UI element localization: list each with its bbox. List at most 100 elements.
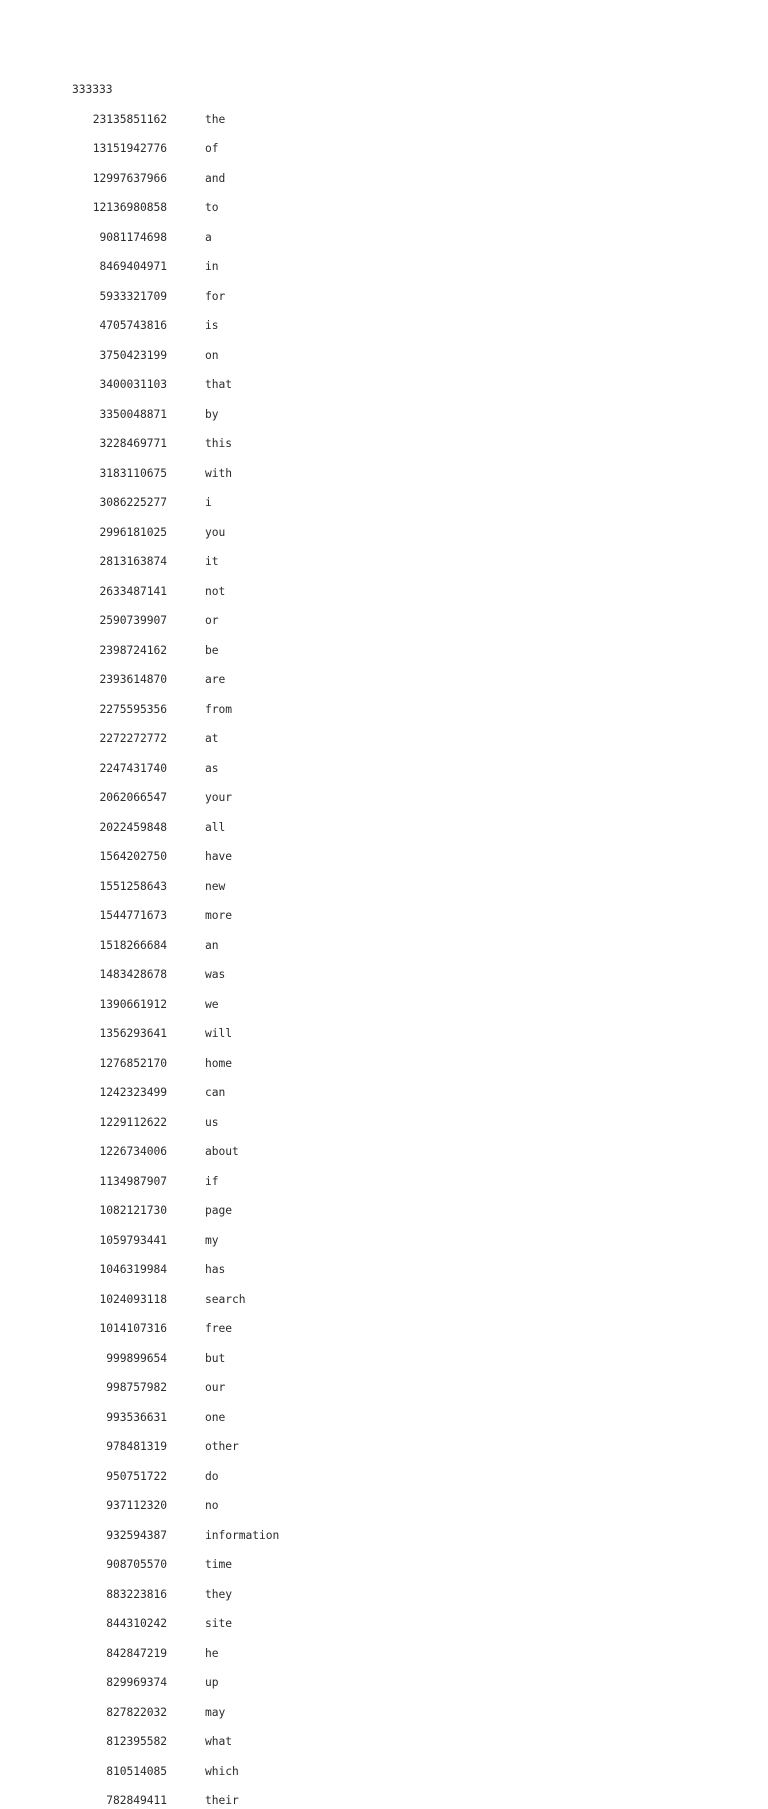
row-word: of <box>205 142 219 156</box>
column-gap <box>167 821 205 836</box>
column-gap <box>167 290 205 305</box>
column-gap <box>167 1647 205 1662</box>
column-gap <box>167 1411 205 1426</box>
row-word: what <box>205 1735 233 1749</box>
listing-row: 1483428678 was <box>72 954 279 984</box>
listing-row: 1356293641 will <box>72 1013 279 1043</box>
row-count: 1082121730 <box>99 1204 167 1218</box>
row-count: 1059793441 <box>99 1233 167 1247</box>
row-word: a <box>205 230 212 244</box>
listing-row: 1242323499 can <box>72 1072 279 1102</box>
column-gap <box>167 1057 205 1072</box>
row-count: 1046319984 <box>99 1263 167 1277</box>
listing-row: 3750423199 on <box>72 334 279 364</box>
listing-row: 2275595356 from <box>72 688 279 718</box>
listing-row: 1059793441 my <box>72 1219 279 1249</box>
row-word: to <box>205 201 219 215</box>
row-count: 999899654 <box>106 1351 167 1365</box>
listing-row: 4705743816 is <box>72 305 279 335</box>
column-gap <box>167 1706 205 1721</box>
row-count: 1226734006 <box>99 1145 167 1159</box>
row-word: he <box>205 1646 219 1660</box>
row-count: 2590739907 <box>99 614 167 628</box>
row-word: but <box>205 1351 226 1365</box>
column-gap <box>167 762 205 777</box>
listing-row: 1229112622 us <box>72 1101 279 1131</box>
row-count: 3350048871 <box>99 407 167 421</box>
column-gap <box>167 496 205 511</box>
listing-row: 932594387 information <box>72 1514 279 1544</box>
listing-row: 2813163874 it <box>72 541 279 571</box>
column-gap <box>167 909 205 924</box>
row-word: can <box>205 1086 226 1100</box>
column-gap <box>167 939 205 954</box>
column-gap <box>167 349 205 364</box>
column-gap <box>167 201 205 216</box>
row-word: that <box>205 378 233 392</box>
listing-row: 2247431740 as <box>72 747 279 777</box>
listing-row: 8469404971 in <box>72 246 279 276</box>
column-gap <box>167 1175 205 1190</box>
row-count: 1390661912 <box>99 997 167 1011</box>
listing-row: 2393614870 are <box>72 659 279 689</box>
column-gap <box>167 231 205 246</box>
column-gap <box>167 644 205 659</box>
column-gap <box>167 113 205 128</box>
row-count: 1544771673 <box>99 909 167 923</box>
listing-row: 978481319 other <box>72 1426 279 1456</box>
row-count: 1014107316 <box>99 1322 167 1336</box>
word-frequency-listing: 333333 23135851162 the 13151942776 of 12… <box>72 83 279 1809</box>
row-count: 2398724162 <box>99 643 167 657</box>
row-word: may <box>205 1705 226 1719</box>
row-count: 12997637966 <box>92 171 167 185</box>
column-gap <box>167 1735 205 1750</box>
listing-row: 844310242 site <box>72 1603 279 1633</box>
row-word: which <box>205 1764 239 1778</box>
column-gap <box>167 1529 205 1544</box>
row-count: 3400031103 <box>99 378 167 392</box>
row-word: up <box>205 1676 219 1690</box>
row-word: from <box>205 702 233 716</box>
row-word: free <box>205 1322 233 1336</box>
column-gap <box>167 850 205 865</box>
row-count: 3183110675 <box>99 466 167 480</box>
row-count: 2275595356 <box>99 702 167 716</box>
row-word: site <box>205 1617 233 1631</box>
row-count: 2996181025 <box>99 525 167 539</box>
column-gap <box>167 142 205 157</box>
row-word: you <box>205 525 226 539</box>
row-count: 782849411 <box>106 1794 167 1808</box>
row-word: it <box>205 555 219 569</box>
listing-row: 1226734006 about <box>72 1131 279 1161</box>
row-count: 1024093118 <box>99 1292 167 1306</box>
listing-row: 1276852170 home <box>72 1042 279 1072</box>
row-count: 1551258643 <box>99 879 167 893</box>
column-gap <box>167 1794 205 1809</box>
column-gap <box>167 703 205 718</box>
column-gap <box>167 614 205 629</box>
row-word: as <box>205 761 219 775</box>
row-word: with <box>205 466 233 480</box>
row-word: for <box>205 289 226 303</box>
column-gap <box>167 1086 205 1101</box>
listing-row: 12136980858 to <box>72 187 279 217</box>
row-word: information <box>205 1528 280 1542</box>
row-word: in <box>205 260 219 274</box>
row-count: 13151942776 <box>92 142 167 156</box>
listing-row: 3086225277 i <box>72 482 279 512</box>
row-word: your <box>205 791 233 805</box>
column-gap <box>167 1027 205 1042</box>
row-word: my <box>205 1233 219 1247</box>
listing-row: 1390661912 we <box>72 983 279 1013</box>
page-canvas: 333333 23135851162 the 13151942776 of 12… <box>0 0 768 1807</box>
row-word: was <box>205 968 226 982</box>
column-gap <box>167 555 205 570</box>
row-count: 2247431740 <box>99 761 167 775</box>
column-gap <box>167 880 205 895</box>
listing-row: 12997637966 and <box>72 157 279 187</box>
column-gap <box>167 1617 205 1632</box>
column-gap <box>167 1204 205 1219</box>
row-count: 4705743816 <box>99 319 167 333</box>
row-word: no <box>205 1499 219 1513</box>
listing-row: 3183110675 with <box>72 452 279 482</box>
